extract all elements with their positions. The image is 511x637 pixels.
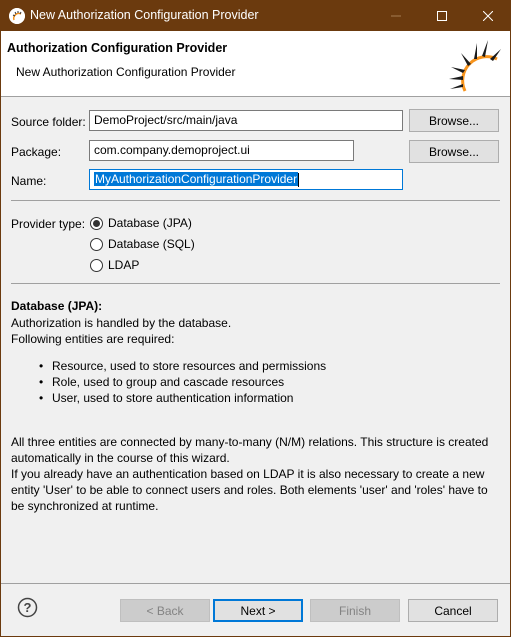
radio-label: Database (SQL): [108, 237, 195, 251]
paragraph-line: automatically in the course of this wiza…: [11, 451, 230, 465]
package-input[interactable]: com.company.demoproject.ui: [89, 140, 354, 161]
maximize-button[interactable]: [419, 0, 465, 31]
maximize-icon: [437, 10, 447, 21]
close-icon: [483, 10, 493, 21]
source-folder-input[interactable]: DemoProject/src/main/java: [89, 110, 403, 131]
svg-text:?: ?: [24, 600, 32, 615]
paragraph-line: be synchronized at runtime.: [11, 499, 159, 513]
name-input[interactable]: MyAuthorizationConfigurationProvider: [89, 169, 403, 190]
minimize-icon: [391, 15, 401, 16]
title-bar[interactable]: New Authorization Configuration Provider: [0, 0, 511, 31]
radio-database-jpa[interactable]: Database (JPA): [90, 216, 192, 230]
sun-logo-icon: [449, 40, 501, 92]
package-browse-button[interactable]: Browse...: [409, 140, 499, 163]
text-caret: [298, 172, 300, 187]
footer-separator: [1, 583, 510, 584]
finish-button[interactable]: Finish: [310, 599, 400, 622]
banner-subtitle: New Authorization Configuration Provider: [16, 65, 236, 79]
help-icon[interactable]: ?: [17, 597, 38, 618]
radio-button-checked[interactable]: [90, 216, 103, 230]
paragraph-line: If you already have an authentication ba…: [11, 467, 485, 481]
radio-label: Database (JPA): [108, 216, 192, 230]
bullet-item: Resource, used to store resources and pe…: [39, 359, 326, 373]
description-line: Authorization is handled by the database…: [11, 316, 232, 330]
provider-type-label: Provider type:: [11, 217, 86, 231]
radio-label: LDAP: [108, 258, 140, 272]
radio-database-sql[interactable]: Database (SQL): [90, 237, 195, 251]
name-label: Name:: [11, 174, 47, 188]
name-input-selected-text: MyAuthorizationConfigurationProvider: [94, 172, 299, 186]
next-button[interactable]: Next >: [213, 599, 303, 622]
minimize-button[interactable]: [373, 0, 419, 31]
package-label: Package:: [11, 145, 62, 159]
dialog-content: Authorization Configuration Provider New…: [1, 31, 510, 636]
cancel-button[interactable]: Cancel: [408, 599, 498, 622]
app-icon: [9, 8, 25, 24]
paragraph-line: All three entities are connected by many…: [11, 435, 489, 449]
wizard-banner: Authorization Configuration Provider New…: [1, 31, 510, 97]
description-line: Following entities are required:: [11, 332, 175, 346]
separator: [11, 283, 500, 284]
wizard-window: New Authorization Configuration Provider…: [0, 0, 511, 637]
close-button[interactable]: [465, 0, 511, 31]
radio-button[interactable]: [90, 258, 103, 272]
back-button[interactable]: < Back: [120, 599, 210, 622]
source-folder-browse-button[interactable]: Browse...: [409, 109, 499, 132]
bullet-item: Role, used to group and cascade resource…: [39, 375, 284, 389]
source-folder-label: Source folder:: [11, 115, 86, 129]
description-title: Database (JPA):: [11, 299, 103, 313]
banner-title: Authorization Configuration Provider: [7, 41, 228, 55]
separator: [11, 200, 500, 201]
window-title: New Authorization Configuration Provider: [30, 8, 259, 22]
paragraph-line: entity 'User' to be able to connect user…: [11, 483, 488, 497]
radio-ldap[interactable]: LDAP: [90, 258, 139, 272]
bullet-item: User, used to store authentication infor…: [39, 391, 294, 405]
radio-button[interactable]: [90, 237, 103, 251]
